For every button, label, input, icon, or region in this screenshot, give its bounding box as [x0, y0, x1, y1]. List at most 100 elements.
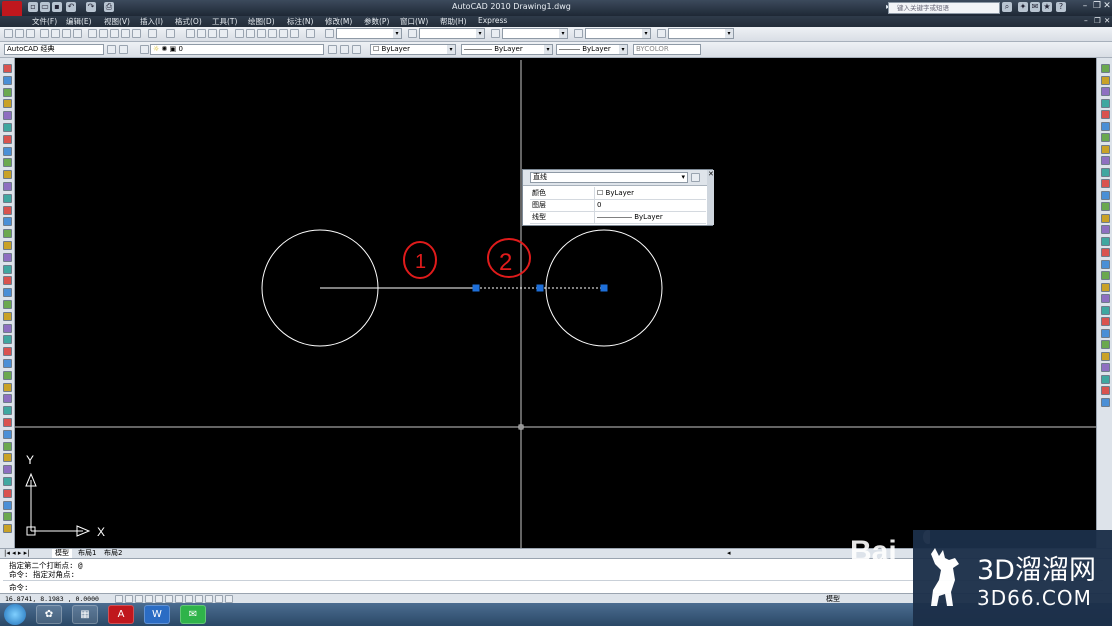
modify-tool-icon[interactable] — [1101, 179, 1110, 188]
draw-tool-icon[interactable] — [3, 300, 12, 309]
open-file-icon[interactable]: ▭ — [40, 2, 50, 12]
save-toolbar-icon[interactable] — [26, 29, 35, 38]
text-style-combo[interactable]: ▾ — [336, 28, 402, 39]
taskbar-app-1-icon[interactable]: ✿ — [36, 605, 62, 624]
tab-layout1[interactable]: 布局1 — [78, 549, 96, 558]
draw-tool-icon[interactable] — [3, 146, 12, 156]
modify-tool-icon[interactable] — [1101, 271, 1110, 280]
properties-icon[interactable] — [235, 29, 244, 38]
doc-close-icon[interactable]: ✕ — [1104, 16, 1110, 25]
3d-dwf-icon[interactable] — [73, 29, 82, 38]
modify-tool-icon[interactable] — [1101, 225, 1110, 234]
modify-tool-icon[interactable] — [1101, 110, 1110, 119]
quick-properties-toggle-icon[interactable] — [215, 595, 223, 603]
hscroll-left-icon[interactable]: ◂ — [727, 549, 731, 558]
draw-tool-icon[interactable] — [3, 382, 12, 392]
modify-tool-icon[interactable] — [1101, 340, 1110, 349]
paste-icon[interactable] — [110, 29, 119, 38]
print-icon[interactable] — [40, 29, 49, 38]
menu-file[interactable]: 文件(F) — [32, 16, 57, 27]
draw-tool-icon[interactable] — [3, 123, 12, 132]
table-style-combo[interactable]: ▾ — [502, 28, 568, 39]
draw-tool-icon[interactable] — [3, 229, 12, 239]
prop-row-linetype[interactable]: 线型 ――――― ByLayer — [530, 211, 706, 224]
modify-tool-icon[interactable] — [1101, 144, 1110, 154]
modify-tool-icon[interactable] — [1101, 305, 1110, 315]
draw-tool-icon[interactable] — [3, 288, 12, 298]
menu-dimension[interactable]: 标注(N) — [287, 16, 313, 27]
polar-tracking-icon[interactable] — [155, 595, 163, 603]
modify-tool-icon[interactable] — [1101, 386, 1110, 395]
modify-tool-icon[interactable] — [1101, 167, 1110, 177]
taskbar-autocad-icon[interactable]: A — [108, 605, 134, 624]
layer-match-icon[interactable] — [352, 45, 361, 54]
color-combo[interactable]: ☐ ByLayer ▾ — [370, 44, 456, 55]
menu-express[interactable]: Express — [478, 16, 507, 25]
help-toolbar-icon[interactable] — [306, 29, 315, 38]
modify-tool-icon[interactable] — [1101, 294, 1110, 303]
menu-insert[interactable]: 插入(I) — [140, 16, 163, 27]
taskbar-wechat-icon[interactable]: ✉ — [180, 605, 206, 624]
grid-display-icon[interactable] — [135, 595, 143, 603]
modify-tool-icon[interactable] — [1101, 282, 1110, 292]
search-input[interactable]: 键入关键字或短语 — [888, 2, 1000, 14]
lineweight-toggle-icon[interactable] — [205, 595, 213, 603]
dim-style-icon[interactable] — [408, 29, 417, 38]
menu-modify[interactable]: 修改(M) — [325, 16, 352, 27]
drawing-canvas[interactable]: 1 2 X Y — [15, 60, 1096, 548]
redo-icon[interactable]: ↷ — [86, 2, 96, 12]
tools-icon[interactable]: ✦ — [1018, 2, 1028, 12]
object-type-select[interactable]: 直线 ▾ — [530, 172, 688, 183]
undo-toolbar-icon[interactable] — [148, 29, 157, 38]
cut-icon[interactable] — [88, 29, 97, 38]
draw-tool-icon[interactable] — [3, 99, 12, 109]
modify-tool-icon[interactable] — [1101, 328, 1110, 338]
menu-window[interactable]: 窗口(W) — [400, 16, 428, 27]
favorites-icon[interactable]: ★ — [1042, 2, 1052, 12]
qnew-icon[interactable] — [4, 29, 13, 38]
modify-tool-icon[interactable] — [1101, 213, 1110, 223]
modify-tool-icon[interactable] — [1101, 133, 1110, 142]
modify-tool-icon[interactable] — [1101, 98, 1110, 108]
infer-constraints-icon[interactable] — [115, 595, 123, 603]
draw-tool-icon[interactable] — [3, 158, 12, 168]
modify-tool-icon[interactable] — [1101, 190, 1110, 200]
workspace-combo[interactable]: AutoCAD 经典 — [4, 44, 104, 55]
layer-manager-icon[interactable] — [140, 45, 149, 54]
markup-icon[interactable] — [279, 29, 288, 38]
draw-tool-icon[interactable] — [3, 524, 12, 534]
layer-combo[interactable]: ☼ ✺ ▣ 0 — [150, 44, 324, 55]
new-file-icon[interactable]: ▫ — [28, 2, 38, 12]
modify-tool-icon[interactable] — [1101, 317, 1110, 326]
doc-minimize-icon[interactable]: – — [1084, 16, 1088, 25]
ortho-mode-icon[interactable] — [145, 595, 153, 603]
modify-tool-icon[interactable] — [1101, 248, 1110, 257]
zoom-previous-icon[interactable] — [219, 29, 228, 38]
draw-tool-icon[interactable] — [3, 406, 12, 416]
help-icon[interactable]: ? — [1056, 2, 1066, 12]
draw-tool-icon[interactable] — [3, 311, 12, 321]
copy-icon[interactable] — [99, 29, 108, 38]
taskbar-calculator-icon[interactable]: ▦ — [72, 605, 98, 624]
draw-tool-icon[interactable] — [3, 205, 12, 215]
design-center-icon[interactable] — [246, 29, 255, 38]
open-icon[interactable] — [15, 29, 24, 38]
modify-tool-icon[interactable] — [1101, 202, 1110, 211]
draw-tool-icon[interactable] — [3, 418, 12, 427]
menu-tools[interactable]: 工具(T) — [212, 16, 237, 27]
sheet-set-icon[interactable] — [268, 29, 277, 38]
zoom-window-icon[interactable] — [208, 29, 217, 38]
dynamic-input-icon[interactable] — [195, 595, 203, 603]
mleader-style-combo[interactable]: ▾ — [585, 28, 651, 39]
workspace-save-icon[interactable] — [119, 45, 128, 54]
draw-tool-icon[interactable] — [3, 512, 12, 522]
publish-icon[interactable] — [62, 29, 71, 38]
menu-view[interactable]: 视图(V) — [104, 16, 130, 27]
draw-tool-icon[interactable] — [3, 87, 12, 97]
workspace-settings-icon[interactable] — [107, 45, 116, 54]
exchange-icon[interactable]: ✉ — [1030, 2, 1040, 12]
draw-tool-icon[interactable] — [3, 465, 12, 475]
draw-tool-icon[interactable] — [3, 370, 12, 380]
menu-edit[interactable]: 编辑(E) — [66, 16, 92, 27]
draw-tool-icon[interactable] — [3, 500, 12, 510]
